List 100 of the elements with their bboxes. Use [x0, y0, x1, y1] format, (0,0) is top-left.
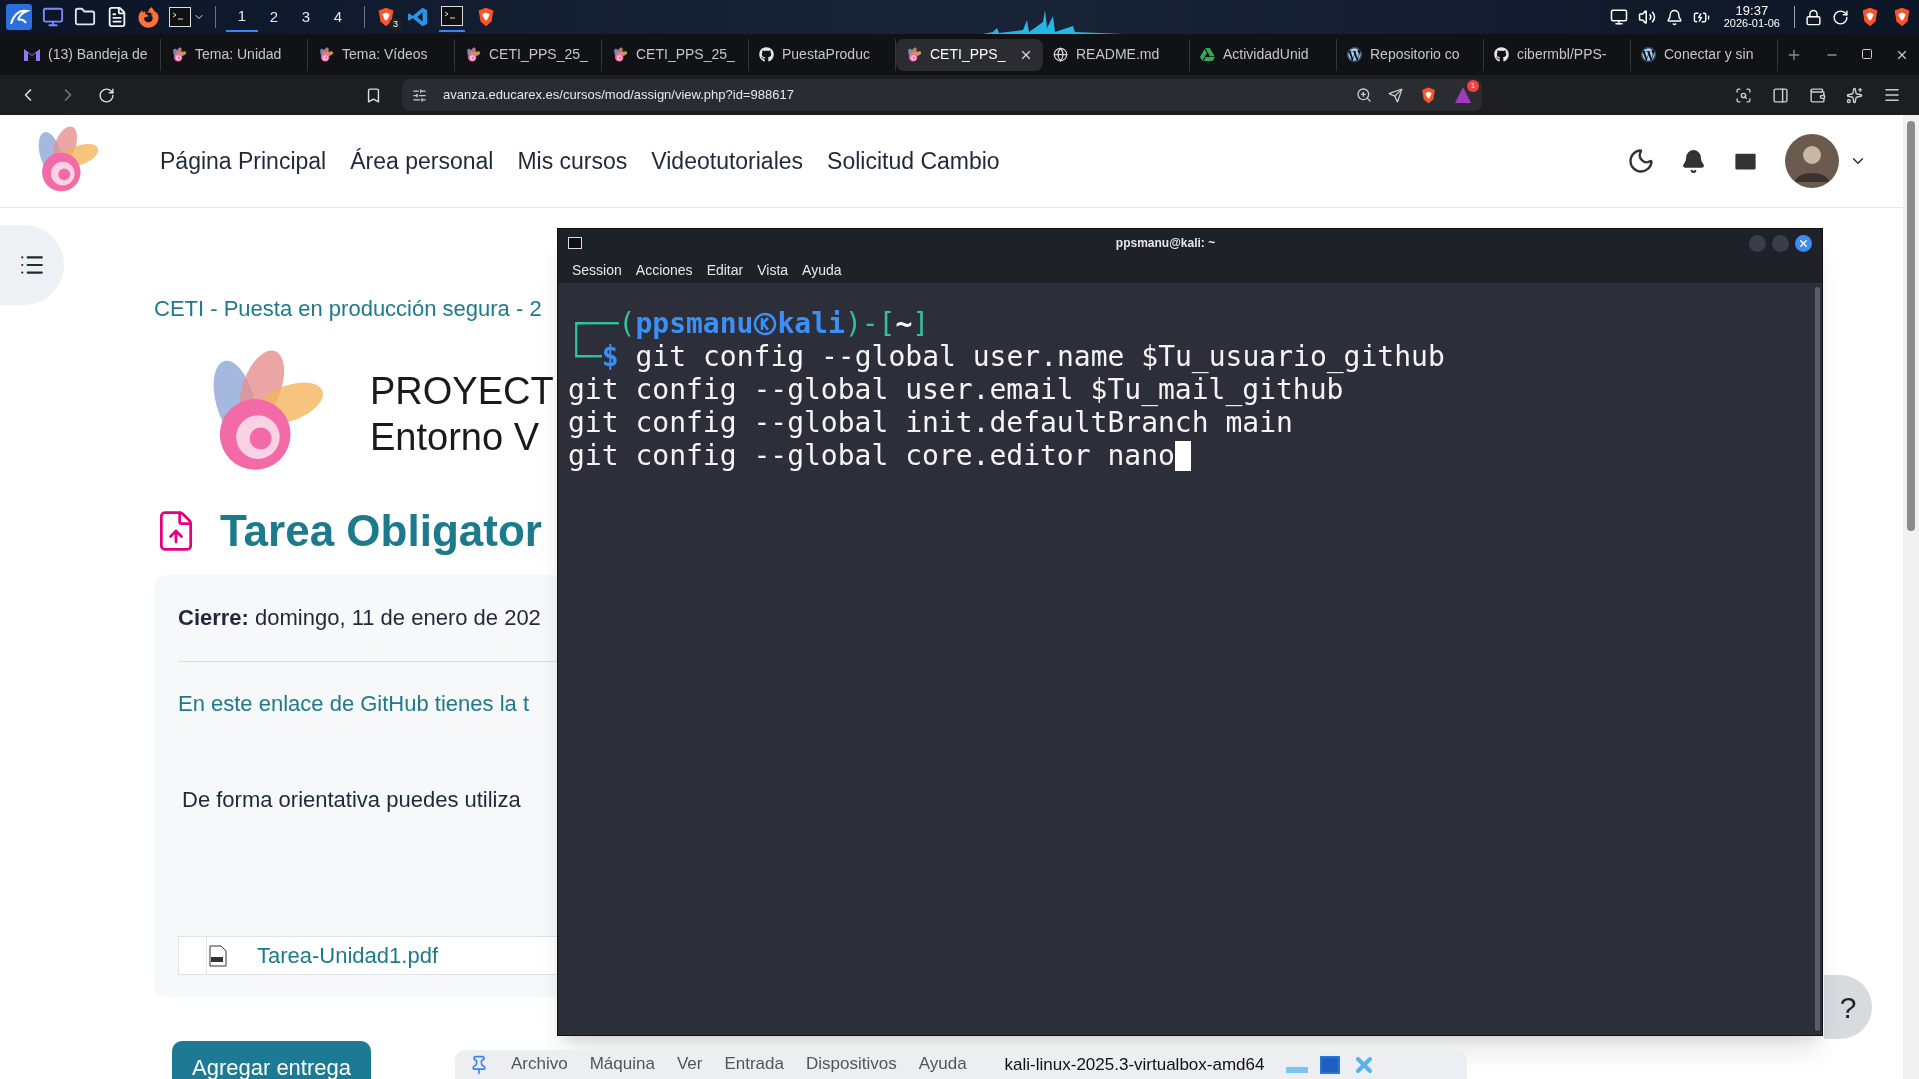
breadcrumb-link[interactable]: CETI - Puesta en producción segura - 2	[154, 292, 542, 325]
clock-date[interactable]: 2026-01-06	[1723, 17, 1780, 30]
menu-item[interactable]: Vista	[757, 259, 789, 281]
window-button[interactable]	[1320, 1055, 1341, 1074]
instructions-text: De forma orientativa puedes utiliza	[182, 786, 521, 814]
dragon-logo-icon[interactable]	[6, 4, 32, 30]
avatar[interactable]	[1785, 134, 1839, 188]
due-date: Cierre: domingo, 11 de enero de 202	[178, 604, 542, 632]
browser-tab[interactable]: Conectar y sin	[1631, 38, 1778, 71]
close-icon	[1798, 237, 1809, 249]
tab-title: README.md	[1076, 45, 1161, 64]
pdf-file-icon	[209, 944, 227, 967]
workspace-button[interactable]: 1	[226, 2, 258, 32]
terminal-icon[interactable]	[441, 6, 463, 26]
github-link[interactable]: En este enlace de GitHub tienes la t	[178, 688, 529, 720]
folder-icon[interactable]	[74, 6, 96, 28]
flower-icon	[612, 46, 628, 63]
menu-item[interactable]: Editar	[706, 259, 744, 281]
machine-name: kali-linux-2025.3-virtualbox-amd64	[1004, 1053, 1265, 1076]
vm-menu-item[interactable]: Archivo	[511, 1050, 568, 1079]
code-editor-icon[interactable]	[407, 6, 429, 28]
tab-title: CETI_PPS_25_	[636, 45, 736, 64]
speaker-icon[interactable]	[1637, 8, 1656, 26]
command-line: git config --global init.defaultBranch main	[568, 406, 1293, 439]
screenshot-icon[interactable]	[1735, 86, 1752, 104]
browser-tab[interactable]: (13) Bandeja de	[14, 38, 161, 71]
file-link[interactable]: Tarea-Unidad1.pdf	[257, 939, 438, 972]
url-text: avanza.educarex.es/cursos/mod/assign/view.php?id=988617	[443, 86, 795, 105]
lock-icon[interactable]	[1805, 8, 1822, 26]
vm-menu-item[interactable]: Dispositivos	[806, 1050, 897, 1079]
nav-link[interactable]: Área personal	[350, 143, 494, 179]
moon-icon[interactable]	[1627, 147, 1655, 175]
document-icon[interactable]	[106, 6, 128, 28]
browser-tab[interactable]: ActividadUnid	[1190, 38, 1337, 71]
browser-tab[interactable]: cibermbl/PPS-	[1484, 38, 1631, 71]
rewards-badge: 1	[1467, 80, 1479, 92]
reload-icon[interactable]	[98, 86, 115, 104]
browser-tab[interactable]: CETI_PPS_	[896, 38, 1043, 71]
menu-item[interactable]: Ayuda	[802, 259, 842, 281]
close-button[interactable]	[1795, 234, 1812, 252]
browser-tab[interactable]: CETI_PPS_25_	[602, 38, 749, 71]
prompt-host: kali	[777, 307, 845, 340]
clock-time[interactable]: 19:37	[1735, 4, 1769, 17]
pin-icon[interactable]	[469, 1054, 489, 1075]
vm-menu-item[interactable]: Ver	[676, 1050, 703, 1079]
menu-item[interactable]: Acciones	[635, 259, 693, 281]
nav-link[interactable]: Página Principal	[160, 143, 327, 179]
nav-link[interactable]: Solicitud Cambio	[827, 143, 1000, 179]
desktop-icon[interactable]	[42, 6, 64, 28]
bookmark-icon[interactable]	[365, 86, 382, 104]
menu-icon[interactable]	[1883, 86, 1901, 104]
vm-menu-item[interactable]: Máquina	[589, 1050, 655, 1079]
workspace-button[interactable]: 3	[290, 2, 322, 32]
browser-tab[interactable]: Tema: Unidad	[161, 38, 308, 71]
nav-link[interactable]: Videotutoriales	[651, 143, 804, 179]
vm-menu-item[interactable]: Entrada	[724, 1050, 784, 1079]
workspace-button[interactable]: 2	[258, 2, 290, 32]
prompt-line: ┌──(	[568, 307, 636, 340]
sidebar-icon[interactable]	[1772, 86, 1789, 104]
banner-subtitle: Entorno V	[370, 415, 540, 460]
terminal-icon[interactable]	[169, 7, 191, 27]
command-line: git config --global core.editor nano	[568, 439, 1175, 472]
tab-title: CETI_PPS_	[930, 45, 1007, 64]
scrollbar-thumb[interactable]	[1907, 121, 1915, 531]
maximize-icon[interactable]	[1861, 47, 1873, 60]
prompt-line: └─	[568, 340, 602, 373]
command-line: git config --global user.name $Tu_usuario_github	[635, 340, 1445, 373]
nav-link[interactable]: Mis cursos	[517, 143, 628, 179]
browser-tab[interactable]: README.md	[1043, 38, 1190, 71]
cat-icon	[759, 47, 774, 62]
address-field[interactable]: avanza.educarex.es/cursos/mod/assign/view.php?id=988617 1	[402, 79, 1482, 111]
zoom-icon[interactable]	[1356, 87, 1372, 103]
bell-icon[interactable]	[1665, 8, 1683, 26]
send-icon[interactable]	[1388, 87, 1403, 103]
flower-icon	[171, 46, 187, 63]
terminal-icon	[568, 237, 582, 249]
browser-tab[interactable]: CETI_PPS_25_	[455, 38, 602, 71]
bell-icon[interactable]	[1681, 148, 1706, 174]
cat-icon	[1494, 47, 1509, 62]
tab-title: cibermbl/PPS-	[1517, 45, 1608, 64]
wallet-icon[interactable]	[1809, 86, 1826, 104]
help-button[interactable]: ?	[1824, 975, 1872, 1039]
tab-title: Conectar y sin	[1664, 45, 1755, 64]
browser-tab[interactable]: Tema: Vídeos	[308, 38, 455, 71]
notification-badge: 3	[389, 18, 402, 31]
vm-menu-item[interactable]: Ayuda	[918, 1050, 967, 1079]
tab-title: Tema: Vídeos	[342, 45, 429, 64]
workspace-button[interactable]: 4	[322, 2, 354, 32]
sidebar-toggle[interactable]	[0, 225, 64, 305]
site-settings-icon[interactable]	[412, 87, 427, 103]
menu-item[interactable]: Session	[572, 259, 622, 281]
fox-icon[interactable]	[138, 6, 159, 28]
browser-tab[interactable]: Repositorio co	[1337, 38, 1484, 71]
logout-icon[interactable]	[1832, 8, 1849, 26]
sparkles-icon[interactable]	[1846, 86, 1863, 104]
flower-icon	[318, 46, 334, 63]
scrollbar[interactable]	[1814, 287, 1820, 1031]
triangle-logo-icon[interactable]	[1454, 86, 1472, 104]
add-submission-button[interactable]: Agregar entrega	[172, 1041, 371, 1079]
network-icon[interactable]	[1609, 8, 1628, 26]
